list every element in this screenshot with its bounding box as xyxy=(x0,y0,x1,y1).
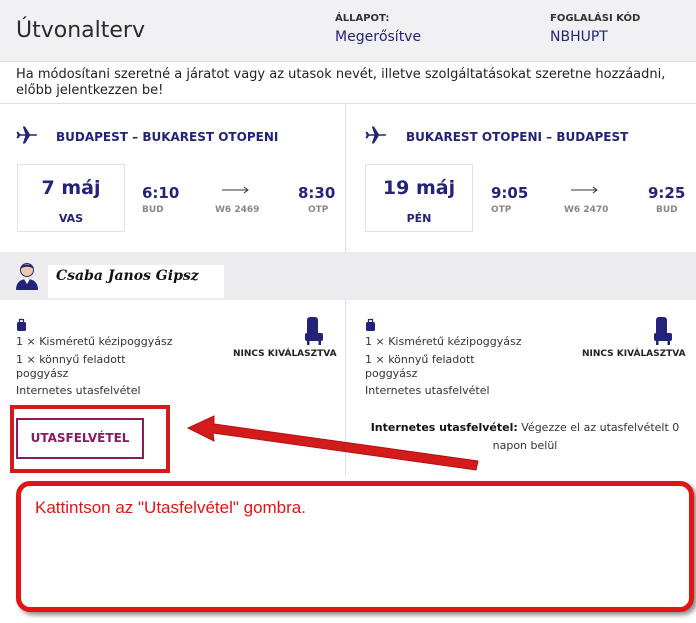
login-notice: Ha módosítani szeretné a járatot vagy az… xyxy=(0,62,696,104)
cabin-bag-icon xyxy=(366,318,375,331)
light-bag-text: 1 × könnyű feladott xyxy=(365,353,475,366)
checkin-info-label: Internetes utasfelvétel: xyxy=(370,421,518,434)
flight-date: 7 máj xyxy=(41,177,101,199)
departure-airport: OTP xyxy=(491,205,512,215)
page-title: Útvonalterv xyxy=(16,18,145,43)
arrow-right-icon xyxy=(222,186,249,194)
seat-status: NINCS KIVÁLASZTVA xyxy=(233,349,337,359)
seat-icon xyxy=(654,317,672,345)
plane-icon xyxy=(16,126,38,144)
online-checkin-text: Internetes utasfelvétel xyxy=(16,384,141,397)
checkin-info-text: Végezze el az utasfelvételt 0 napon belü… xyxy=(492,421,680,452)
cabin-bag-text: 1 × Kisméretű kézipoggyász xyxy=(16,335,173,348)
seat-icon xyxy=(305,317,323,345)
date-box: 7 máj VAS xyxy=(17,164,125,232)
cabin-bag-text: 1 × Kisméretű kézipoggyász xyxy=(365,335,522,348)
arrival-airport: BUD xyxy=(656,205,678,215)
arrow-right-icon xyxy=(571,186,598,194)
route-label: BUDAPEST – BUKAREST OTOPENI xyxy=(56,130,279,144)
cabin-bag-icon xyxy=(17,318,26,331)
departure-time: 6:10 xyxy=(142,184,180,202)
passenger-name: Csaba Janos Gipsz xyxy=(56,268,199,284)
instruction-callout: Kattintson az "Utasfelvétel" gombra. xyxy=(16,481,694,612)
avatar-icon xyxy=(16,263,38,290)
flight-weekday: VAS xyxy=(58,212,84,225)
status-label: ÁLLAPOT: xyxy=(335,13,390,24)
light-bag-text-cont: poggyász xyxy=(16,367,69,380)
flight-card-return: BUKAREST OTOPENI – BUDAPEST 19 máj PÉN 9… xyxy=(347,104,696,252)
flight-weekday: PÉN xyxy=(406,212,432,225)
passenger-row: Csaba Janos Gipsz xyxy=(0,252,696,300)
flight-date: 19 máj xyxy=(382,177,456,199)
online-checkin-text: Internetes utasfelvétel xyxy=(365,384,490,397)
arrival-airport: OTP xyxy=(308,205,329,215)
light-bag-text-cont: poggyász xyxy=(365,367,418,380)
checkin-deadline-info: Internetes utasfelvétel: Végezze el az u… xyxy=(360,419,690,455)
booking-code-label: FOGLALÁSI KÓD xyxy=(550,13,641,24)
status-value: Megerősítve xyxy=(335,29,422,45)
arrival-time: 8:30 xyxy=(298,184,336,202)
checkin-button[interactable]: UTASFELVÉTEL xyxy=(16,418,144,459)
plane-icon xyxy=(365,126,387,144)
light-bag-text: 1 × könnyű feladott xyxy=(16,353,126,366)
route-label: BUKAREST OTOPENI – BUDAPEST xyxy=(406,130,629,144)
flight-number: W6 2470 xyxy=(564,205,609,215)
arrival-time: 9:25 xyxy=(648,184,686,202)
flight-card-outbound: BUDAPEST – BUKAREST OTOPENI 7 máj VAS 6:… xyxy=(0,104,346,252)
seat-status: NINCS KIVÁLASZTVA xyxy=(582,349,686,359)
itinerary-header: Útvonalterv ÁLLAPOT: Megerősítve FOGLALÁ… xyxy=(0,0,696,62)
departure-airport: BUD xyxy=(142,205,164,215)
booking-code-value: NBHUPT xyxy=(550,29,608,45)
flight-number: W6 2469 xyxy=(215,205,260,215)
callout-text: Kattintson az "Utasfelvétel" gombra. xyxy=(35,498,306,517)
date-box: 19 máj PÉN xyxy=(365,164,473,232)
departure-time: 9:05 xyxy=(491,184,529,202)
passenger-name-box: Csaba Janos Gipsz xyxy=(48,265,224,298)
